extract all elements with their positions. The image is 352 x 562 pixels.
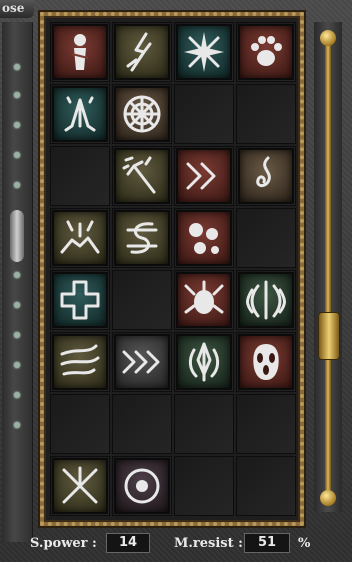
- scroll-rail: [325, 42, 331, 502]
- totem-skill-icon[interactable]: [52, 24, 108, 80]
- stud-icon: [14, 302, 20, 308]
- skill-slot[interactable]: [174, 84, 234, 144]
- tribal-shield-skill-icon[interactable]: [238, 272, 294, 328]
- skill-slot[interactable]: [50, 332, 110, 392]
- praying-hands-skill-icon[interactable]: [52, 86, 108, 142]
- skill-slot[interactable]: [50, 456, 110, 516]
- stud-icon: [14, 182, 20, 188]
- skill-slot[interactable]: [236, 146, 296, 206]
- skill-slot[interactable]: [174, 146, 234, 206]
- skill-grid-frame: [40, 12, 304, 526]
- magic-resist-label: M.resist :: [174, 536, 243, 551]
- magic-resist-value: 51: [244, 533, 290, 553]
- stud-icon: [14, 152, 20, 158]
- skill-slot[interactable]: [50, 146, 110, 206]
- skill-slot[interactable]: [50, 394, 110, 454]
- flame-swirl-skill-icon[interactable]: [238, 148, 294, 204]
- eruption-skill-icon[interactable]: [52, 210, 108, 266]
- stud-icon: [14, 332, 20, 338]
- scroll-down-cap-icon[interactable]: [320, 490, 336, 506]
- stud-icon: [14, 272, 20, 278]
- ring-skill-icon[interactable]: [114, 458, 170, 514]
- close-button[interactable]: ose: [0, 0, 34, 18]
- strike-skill-icon[interactable]: [114, 148, 170, 204]
- lightning-skill-icon[interactable]: [114, 24, 170, 80]
- skill-slot[interactable]: [112, 394, 172, 454]
- scroll-up-cap-icon[interactable]: [320, 30, 336, 46]
- scroll-handle[interactable]: [318, 312, 340, 360]
- ghost-mask-skill-icon[interactable]: [238, 334, 294, 390]
- beetle-skill-icon[interactable]: [176, 272, 232, 328]
- skill-slot[interactable]: [174, 270, 234, 330]
- skill-slot[interactable]: [50, 84, 110, 144]
- skill-slot[interactable]: [50, 270, 110, 330]
- stud-icon: [14, 122, 20, 128]
- tribal-blade-skill-icon[interactable]: [176, 334, 232, 390]
- skill-slot[interactable]: [236, 84, 296, 144]
- boulders-skill-icon[interactable]: [176, 210, 232, 266]
- skill-slot[interactable]: [112, 456, 172, 516]
- skill-slot[interactable]: [174, 332, 234, 392]
- skill-slot[interactable]: [112, 146, 172, 206]
- triple-arrow-skill-icon[interactable]: [114, 334, 170, 390]
- skill-slot[interactable]: [174, 456, 234, 516]
- spell-power-value: 14: [106, 533, 150, 553]
- holy-cross-skill-icon[interactable]: [52, 272, 108, 328]
- skill-slot[interactable]: [174, 208, 234, 268]
- scrollbar[interactable]: [314, 22, 342, 512]
- skill-slot[interactable]: [112, 332, 172, 392]
- stud-icon: [14, 392, 20, 398]
- skill-slot[interactable]: [112, 22, 172, 82]
- skill-slot[interactable]: [236, 394, 296, 454]
- skill-slot[interactable]: [50, 22, 110, 82]
- stud-icon: [14, 92, 20, 98]
- magic-resist-unit: %: [298, 536, 311, 551]
- skill-slot[interactable]: [236, 332, 296, 392]
- star-burst-skill-icon[interactable]: [176, 24, 232, 80]
- skill-slot[interactable]: [236, 456, 296, 516]
- stud-icon: [14, 422, 20, 428]
- paw-skill-icon[interactable]: [238, 24, 294, 80]
- skill-slot[interactable]: [50, 208, 110, 268]
- skill-slot[interactable]: [112, 84, 172, 144]
- spell-power-label: S.power :: [30, 536, 97, 551]
- skill-slot[interactable]: [236, 270, 296, 330]
- skill-window: ose S.power : 14 M.resist : 51 %: [0, 0, 352, 562]
- stud-icon: [14, 64, 20, 70]
- web-skill-icon[interactable]: [114, 86, 170, 142]
- skill-slot[interactable]: [236, 22, 296, 82]
- stud-icon: [14, 362, 20, 368]
- skill-slot[interactable]: [236, 208, 296, 268]
- serpent-skill-icon[interactable]: [114, 210, 170, 266]
- skill-slot[interactable]: [112, 208, 172, 268]
- side-tab-handle[interactable]: [10, 210, 24, 262]
- skill-slot[interactable]: [174, 22, 234, 82]
- skill-grid: [50, 22, 296, 516]
- stats-footer: S.power : 14 M.resist : 51 %: [0, 528, 352, 562]
- left-ornament-bar: [2, 22, 33, 542]
- double-arrow-skill-icon[interactable]: [176, 148, 232, 204]
- skill-slot[interactable]: [174, 394, 234, 454]
- wind-swirl-skill-icon[interactable]: [52, 334, 108, 390]
- skill-slot[interactable]: [112, 270, 172, 330]
- scatter-skill-icon[interactable]: [52, 458, 108, 514]
